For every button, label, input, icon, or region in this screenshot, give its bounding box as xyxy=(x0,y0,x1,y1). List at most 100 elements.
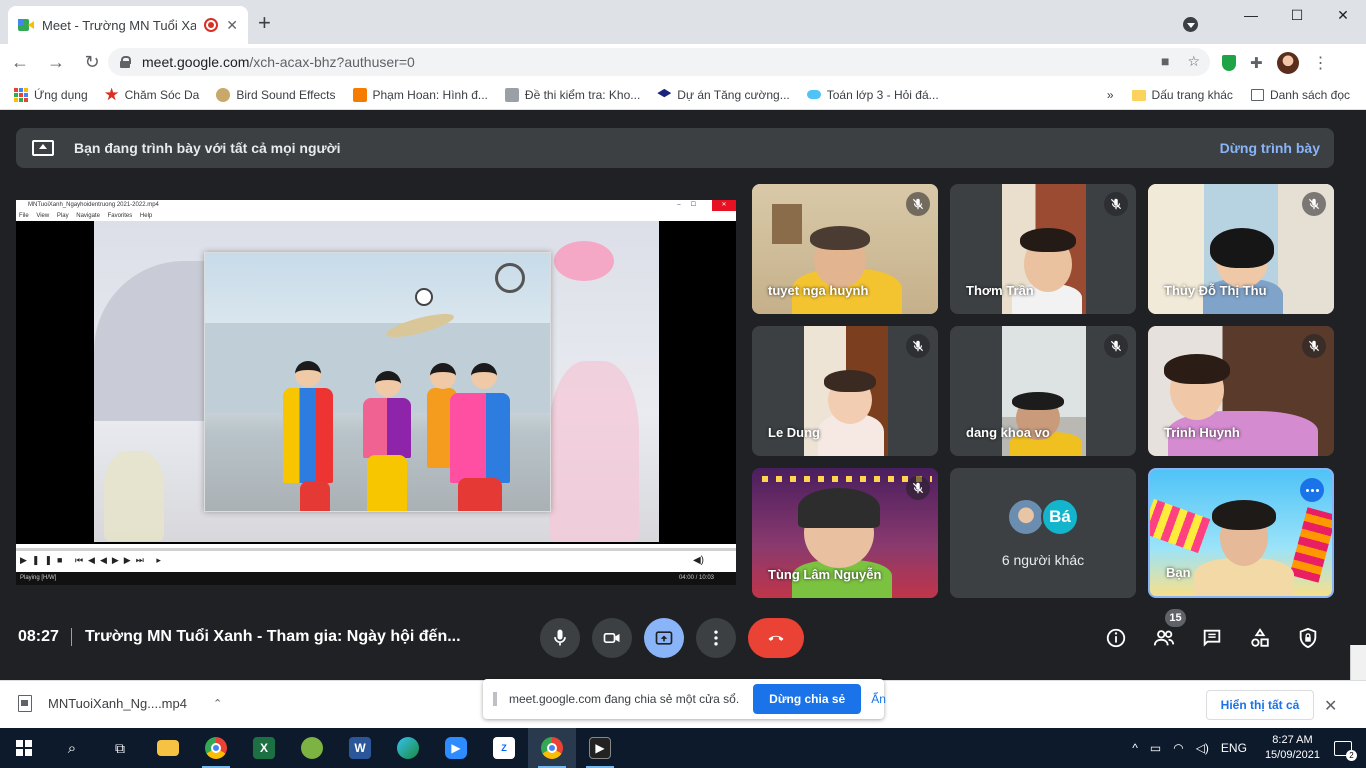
player-seek-bar[interactable] xyxy=(16,548,736,551)
hide-notice-button[interactable]: Ẩn xyxy=(871,692,886,706)
wifi-icon[interactable]: ◠ xyxy=(1173,741,1183,755)
taskbar-excel[interactable]: X xyxy=(240,728,288,768)
zoom-icon: ▶ xyxy=(445,737,467,759)
taskbar-edge[interactable] xyxy=(384,728,432,768)
participant-hair xyxy=(1020,228,1076,252)
taskbar-video-player[interactable]: ▶ xyxy=(576,728,624,768)
stop-presenting-button[interactable]: Dừng trình bày xyxy=(1220,140,1320,156)
tab-close-button[interactable]: ✕ xyxy=(226,17,238,34)
bookmark-item[interactable]: Chăm Sóc Da xyxy=(104,87,199,102)
task-view-button[interactable]: ⧉ xyxy=(96,728,144,768)
shared-screen: MNTuoiXanh_Ngayhoidentruong 2021-2022.mp… xyxy=(16,200,736,585)
meeting-clock: 08:27 xyxy=(18,628,59,645)
bookmarks-bar: Ứng dụng Chăm Sóc Da Bird Sound Effects … xyxy=(0,80,1366,110)
back-arrow-icon[interactable]: ← xyxy=(4,48,36,76)
app-icon xyxy=(301,737,323,759)
other-bookmarks[interactable]: Dấu trang khác xyxy=(1131,88,1233,102)
word-icon: W xyxy=(349,737,371,759)
camera-button[interactable] xyxy=(592,618,632,658)
bookmark-item[interactable]: Toán lớp 3 - Hỏi đá... xyxy=(806,88,939,102)
chat-icon xyxy=(1203,629,1221,647)
present-screen-icon xyxy=(655,631,673,645)
forward-arrow-icon[interactable]: → xyxy=(40,48,72,76)
taskbar-app[interactable] xyxy=(288,728,336,768)
extensions-puzzle-icon[interactable]: ✚ xyxy=(1250,54,1263,72)
chevron-up-icon[interactable]: ⌃ xyxy=(213,697,222,710)
close-window-icon[interactable]: ✕ xyxy=(1320,0,1366,30)
player-transport-buttons[interactable]: ▶❚❚■ ⏮◀◀▶▶⏭ ▸ xyxy=(20,555,166,566)
child-performer xyxy=(363,398,411,458)
more-participants-tile[interactable]: Bá 6 người khác xyxy=(950,468,1136,598)
taskbar-zalo[interactable]: Z xyxy=(480,728,528,768)
shield-extension-icon[interactable] xyxy=(1222,55,1236,71)
participants-button[interactable] xyxy=(1152,626,1176,650)
tray-clock[interactable]: 8:27 AM 15/09/2021 xyxy=(1265,733,1320,763)
taskbar-word[interactable]: W xyxy=(336,728,384,768)
new-tab-button[interactable]: + xyxy=(258,12,271,34)
windows-logo-icon xyxy=(16,740,32,756)
reload-icon[interactable]: ↻ xyxy=(76,48,108,76)
tab-search-icon[interactable] xyxy=(1183,17,1198,32)
browser-tab-meet[interactable]: Meet - Trường MN Tuổi Xanh ✕ xyxy=(8,6,248,44)
participant-tile[interactable]: Le Dung xyxy=(752,326,938,456)
leave-call-button[interactable] xyxy=(748,618,804,658)
participant-tile[interactable]: dang khoa vo xyxy=(950,326,1136,456)
participant-tile[interactable]: Thủy Đỗ Thị Thu xyxy=(1148,184,1334,314)
participant-tile[interactable]: Trinh Huynh xyxy=(1148,326,1334,456)
taskbar-file-explorer[interactable] xyxy=(144,728,192,768)
activities-button[interactable] xyxy=(1248,626,1272,650)
close-download-bar-icon[interactable]: ✕ xyxy=(1324,696,1337,716)
start-button[interactable] xyxy=(0,728,48,768)
microphone-button[interactable] xyxy=(540,618,580,658)
browser-menu-icon[interactable]: ⋮ xyxy=(1313,53,1329,73)
address-bar[interactable]: meet.google.com/xch-acax-bhz?authuser=0 … xyxy=(108,48,1210,76)
taskbar-chrome[interactable] xyxy=(192,728,240,768)
host-controls-button[interactable] xyxy=(1296,626,1320,650)
participant-hair xyxy=(810,226,870,250)
player-menubar[interactable]: File View Play Navigate Favorites Help xyxy=(16,211,736,221)
participant-tile[interactable]: Tùng Lâm Nguyễn xyxy=(752,468,938,598)
network-icon[interactable]: ▭ xyxy=(1150,741,1161,755)
bookmark-item[interactable]: Dự án Tăng cường... xyxy=(657,88,790,102)
present-now-button[interactable] xyxy=(644,618,684,658)
camera-in-use-icon[interactable]: ■ xyxy=(1161,53,1169,70)
volume-icon[interactable]: ◁) xyxy=(1196,741,1209,755)
volume-icon[interactable]: ◀) xyxy=(693,555,704,566)
party-lights xyxy=(762,476,932,482)
more-options-button[interactable] xyxy=(696,618,736,658)
bookmark-star-icon[interactable]: ☆ xyxy=(1187,53,1200,70)
language-indicator[interactable]: ENG xyxy=(1221,741,1247,755)
chat-button[interactable] xyxy=(1200,626,1224,650)
system-tray: ^ ▭ ◠ ◁) ENG 8:27 AM 15/09/2021 2 xyxy=(1132,728,1366,768)
more-bookmarks-chevron-icon[interactable]: » xyxy=(1107,88,1114,102)
taskbar-search[interactable]: ⌕ xyxy=(48,728,96,768)
tray-overflow-chevron-icon[interactable]: ^ xyxy=(1132,741,1138,755)
bookmark-apps[interactable]: Ứng dụng xyxy=(14,87,88,102)
taskbar-zoom[interactable]: ▶ xyxy=(432,728,480,768)
notification-center-icon[interactable]: 2 xyxy=(1334,740,1357,761)
drag-handle-icon[interactable] xyxy=(493,692,497,706)
minimize-icon[interactable]: — xyxy=(1228,0,1274,30)
lock-icon[interactable] xyxy=(120,56,131,68)
player-close-icon[interactable]: ✕ xyxy=(712,200,736,211)
participant-tile[interactable]: tuyet nga huynh xyxy=(752,184,938,314)
meeting-details-button[interactable] xyxy=(1104,626,1128,650)
self-view-tile[interactable]: Bạn xyxy=(1148,468,1334,598)
chart-icon xyxy=(504,87,519,102)
bookmark-item[interactable]: Bird Sound Effects xyxy=(216,87,336,102)
stop-sharing-button[interactable]: Dừng chia sẻ xyxy=(753,684,862,714)
maximize-icon[interactable]: ☐ xyxy=(1274,0,1320,30)
reading-list[interactable]: Danh sách đọc xyxy=(1250,88,1350,102)
download-item[interactable]: MNTuoiXanh_Ng....mp4 ⌃ xyxy=(18,695,222,712)
show-all-downloads-button[interactable]: Hiển thị tất cả xyxy=(1206,690,1314,720)
more-participants-label: 6 người khác xyxy=(1001,552,1085,568)
video-frame xyxy=(94,221,659,542)
wall-picture xyxy=(772,204,802,244)
apps-grid-icon xyxy=(14,87,28,102)
participant-tile[interactable]: Thơm Trần xyxy=(950,184,1136,314)
bookmark-item[interactable]: Phạm Hoan: Hình đ... xyxy=(352,87,488,102)
profile-avatar[interactable] xyxy=(1276,52,1299,74)
taskbar-chrome-window[interactable] xyxy=(528,728,576,768)
child-head xyxy=(430,363,456,389)
bookmark-item[interactable]: Đề thi kiểm tra: Kho... xyxy=(504,87,640,102)
